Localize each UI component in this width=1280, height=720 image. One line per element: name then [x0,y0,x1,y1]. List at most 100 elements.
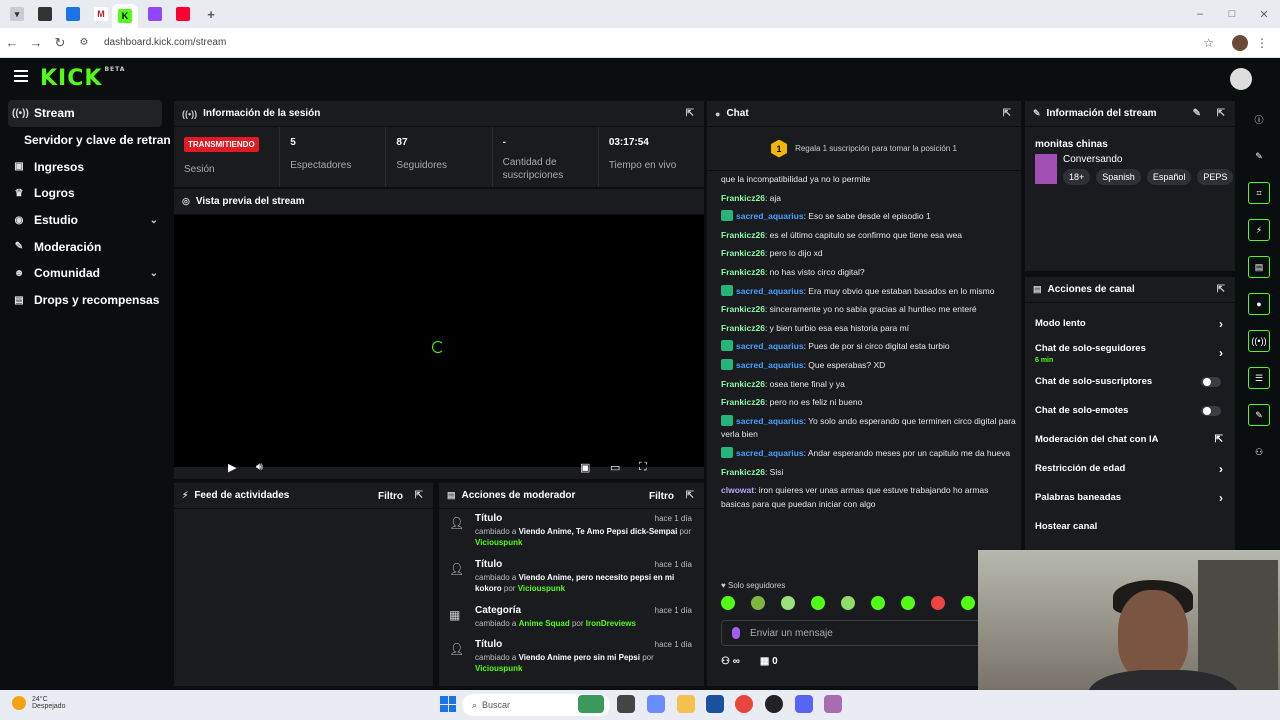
chat-username[interactable]: sacred_aquarius [736,341,804,351]
broadcast-icon[interactable]: ((•)) [1248,330,1270,352]
discord-icon[interactable] [795,695,813,713]
pencil-icon[interactable]: ✎ [1248,145,1270,167]
obs-icon[interactable] [765,695,783,713]
channel-action-row[interactable]: Restricción de edad › [1025,454,1235,483]
list-icon[interactable]: ☰ [1248,367,1270,389]
emote-icon[interactable] [751,596,765,610]
video-player[interactable]: ▶ 🔊︎ ▣ ▭ ⛶ [174,215,704,474]
sidebar-item-moderacion[interactable]: ✎ Moderación [0,233,170,260]
toggle-switch[interactable] [1201,405,1221,416]
pip-icon[interactable]: ▣ [580,461,590,474]
points-counter[interactable]: ▦ 0 [760,656,778,667]
document-icon[interactable]: ▤ [1248,256,1270,278]
kick-logo[interactable]: KICK BETA [40,66,125,91]
sidebar-item-stream[interactable]: ((•)) Stream [8,100,162,127]
site-info-icon[interactable]: ⚙ [72,37,96,48]
tag[interactable]: PEPS [1197,169,1234,185]
sidebar-item-ingresos[interactable]: ▣ Ingresos [0,153,170,180]
chat-username[interactable]: Frankicz26 [721,267,765,277]
edit-icon[interactable]: ✎ [1193,108,1201,119]
scan-icon[interactable]: ⌗ [1248,182,1270,204]
popout-icon[interactable]: ⇱ [686,490,694,501]
sidebar-item-server-key[interactable]: Servidor y clave de retransm [0,127,170,154]
chat-username[interactable]: Frankicz26 [721,379,765,389]
chat-messages[interactable]: que la incompatibilidad ya no lo permite… [707,173,1021,579]
chat-username[interactable]: Frankicz26 [721,304,765,314]
sidebar-item-logros[interactable]: ♛ Logros [0,180,170,207]
chat-username[interactable]: sacred_aquarius [736,360,804,370]
tab-list-icon[interactable]: ▾ [10,7,24,21]
sidebar-item-estudio[interactable]: ◉ Estudio ⌄ [0,207,170,234]
emote-icon[interactable] [901,596,915,610]
popout-icon[interactable]: ⇱ [1003,108,1011,119]
gift-leaderboard[interactable]: 1 Regala 1 suscripción para tomar la pos… [707,127,1021,171]
weather-widget[interactable]: 24°C Despejado [12,696,65,710]
bookmark-star-icon[interactable]: ☆ [1203,36,1214,50]
popout-icon[interactable]: ⇱ [1217,284,1225,295]
emote-icon[interactable] [811,596,825,610]
toggle-switch[interactable] [1201,376,1221,387]
play-icon[interactable]: ▶ [228,461,236,474]
tab-favicon-1[interactable] [38,7,52,21]
tab-favicon-twitch[interactable] [148,7,162,21]
fullscreen-icon[interactable]: ⛶ [639,461,647,474]
tab-favicon-youtube[interactable] [176,7,190,21]
task-view-icon[interactable] [617,695,635,713]
emote-icon[interactable] [961,596,975,610]
chat-bubble-icon[interactable]: ● [1248,293,1270,315]
user-avatar[interactable] [1230,68,1252,90]
windows-start-icon[interactable] [440,696,456,712]
emote-icon[interactable] [931,596,945,610]
people-icon[interactable]: ⚇ [1248,441,1270,463]
app-icon[interactable] [824,695,842,713]
tab-favicon-outlook[interactable] [66,7,80,21]
close-window-icon[interactable]: ✕ [1248,8,1280,21]
chat-username[interactable]: Frankicz26 [721,467,765,477]
filter-button[interactable]: Filtro [378,491,403,502]
channel-action-row[interactable]: Hostear canal [1025,512,1235,541]
channel-action-row[interactable]: Chat de solo-suscriptores [1025,367,1235,396]
channel-action-row[interactable]: Palabras baneadas › [1025,483,1235,512]
tab-favicon-gmail[interactable]: M [94,7,108,21]
popout-icon[interactable]: ⇱ [1217,108,1225,119]
maximize-icon[interactable]: □ [1216,8,1248,20]
chrome-icon[interactable] [735,695,753,713]
forward-icon[interactable]: → [24,35,48,50]
sidebar-item-drops[interactable]: ▤ Drops y recompensas [0,287,170,314]
emote-icon[interactable] [781,596,795,610]
popout-icon[interactable]: ⇱ [686,108,694,119]
chat-username[interactable]: Frankicz26 [721,248,765,258]
emote-icon[interactable] [721,596,735,610]
popout-icon[interactable]: ⇱ [415,490,423,501]
chat-username[interactable]: Frankicz26 [721,193,765,203]
people-icon[interactable]: ⚇ ∞ [721,656,740,667]
channel-action-row[interactable]: Modo lento › [1025,309,1235,338]
sidebar-item-comunidad[interactable]: ☻ Comunidad ⌄ [0,260,170,287]
browser-menu-icon[interactable]: ⋮ [1256,36,1268,50]
volume-icon[interactable]: 🔊︎ [256,461,263,474]
menu-icon[interactable] [14,70,28,82]
new-tab-icon[interactable]: + [204,7,218,22]
tag[interactable]: Español [1146,169,1192,185]
url-field[interactable]: dashboard.kick.com/stream [104,37,226,48]
tab-kick-active[interactable]: K [112,4,138,28]
theater-icon[interactable]: ▭ [610,461,620,474]
copilot-icon[interactable] [647,695,665,713]
file-explorer-icon[interactable] [677,695,695,713]
channel-action-row[interactable]: Chat de solo-seguidores 6 min › [1025,338,1235,367]
bolt-icon[interactable]: ⚡︎ [1248,219,1270,241]
info-icon[interactable]: ⓘ [1248,108,1270,130]
filter-button[interactable]: Filtro [649,491,674,502]
chat-username[interactable]: Frankicz26 [721,397,765,407]
chat-username[interactable]: sacred_aquarius [736,448,804,458]
chat-username[interactable]: clwowat [721,485,754,495]
back-icon[interactable]: ← [0,35,24,50]
tag[interactable]: Spanish [1096,169,1141,185]
channel-action-row[interactable]: Moderación del chat con IA ⇱ [1025,425,1235,454]
popout-icon[interactable]: ⇱ [1215,434,1223,445]
chat-username[interactable]: Frankicz26 [721,323,765,333]
wrench-icon[interactable]: ✎ [1248,404,1270,426]
emote-icon[interactable] [841,596,855,610]
microphone-icon[interactable] [732,627,740,639]
minimize-icon[interactable]: – [1184,8,1216,20]
